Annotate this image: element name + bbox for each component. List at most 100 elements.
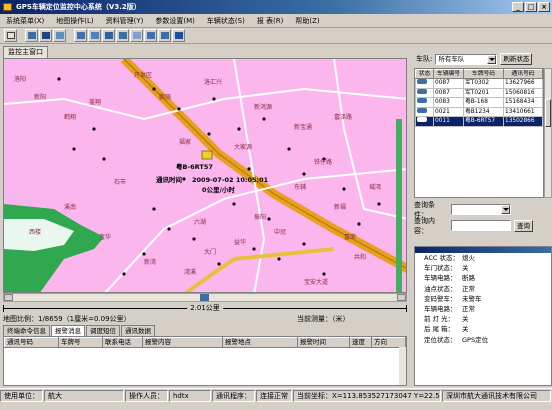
scroll-right-arrow[interactable] [397,294,406,301]
map-view[interactable]: 洛阳 新阳 开发区 洛汇兴 铁仔路 鹤翔 盖翔 鹏强 新鸿源 新宝通 富泽路 福… [3,58,407,293]
tab-alarm-messages[interactable]: 报警消息 [51,325,85,336]
table-row[interactable]: 0087 军T0201 15060816 [415,87,543,98]
settings-icon[interactable] [172,29,185,42]
menu-help[interactable]: 帮助(Z) [289,14,325,28]
map-label: 宝华 [99,233,111,241]
col-direction[interactable]: 方向 [371,337,406,348]
map-hscroll[interactable] [3,293,407,302]
menu-system[interactable]: 系统菜单(X) [0,14,50,28]
maximize-button[interactable]: □ [525,2,537,12]
menu-reports[interactable]: 报 表(R) [251,14,290,28]
locate-icon[interactable] [144,29,157,42]
table-row[interactable]: 0083 粤B-168 15168434 [415,97,543,108]
print-icon[interactable] [88,29,101,42]
scroll-thumb[interactable] [200,294,209,301]
zoom-box-icon[interactable] [116,29,129,42]
col-comm-number[interactable]: 通讯号码 [503,69,543,79]
map-label: 大家源 [234,143,252,151]
table-row-selected[interactable]: 0011 粤B-6RT57 13502866 [415,116,543,127]
map-label: 新宝通 [294,123,312,131]
comm-program-label: 通讯程序： [212,389,255,402]
chevron-down-icon[interactable] [501,205,510,214]
bottom-tabs: 终端命令信息 报警消息 调度短信 通讯数据 [3,325,156,336]
detail-key: 定位状态： [424,335,457,344]
col-phone[interactable]: 联系电话 [102,337,143,348]
alarm-table-scrollbar[interactable] [399,347,406,385]
detail-value: 熄火 [462,254,475,262]
query-content-input[interactable] [451,220,511,231]
col-plate[interactable]: 车牌号 [58,337,103,348]
chevron-down-icon[interactable] [487,54,497,64]
tab-terminal-commands[interactable]: 终端命令信息 [3,325,50,336]
car-icon[interactable] [201,150,213,160]
menu-settings[interactable]: 参数设置(M) [149,14,201,28]
detail-key: ACC 状态： [424,254,459,262]
map-label: 富荣 [344,233,356,241]
query-button[interactable]: 查询 [514,219,533,232]
measure-icon[interactable] [74,29,87,42]
refresh-icon[interactable] [130,29,143,42]
highway [120,59,406,273]
vehicle-table-scrollbar[interactable] [544,68,552,198]
detail-key: 变码警车： [424,294,457,303]
zoom-out-icon[interactable] [39,29,52,42]
map-label: 新鸿源 [254,103,272,111]
plate-number: 军T0201 [463,87,504,98]
menu-data[interactable]: 资料管理(Y) [100,14,150,28]
col-speed[interactable]: 速度 [349,337,372,348]
col-comm-number[interactable]: 通讯号码 [4,337,59,348]
map-label: 东辅 [294,183,306,191]
minimize-button[interactable]: _ [512,2,524,12]
tab-monitor-window[interactable]: 监控主窗口 [3,46,48,58]
fleet-select[interactable]: 所有车队 [435,53,498,65]
search-icon[interactable] [102,29,115,42]
col-plate-number[interactable]: 车牌号码 [463,69,504,79]
map-label: 大门 [204,248,216,256]
plate-number: 粤B-6RT57 [463,116,504,127]
tab-comm-data[interactable]: 通讯数据 [121,325,155,336]
scroll-thumb[interactable] [545,99,551,127]
callout-time-label: 通讯时间 [156,175,183,184]
pan-icon[interactable] [53,29,66,42]
callout-speed: 0公里/小时 [202,185,235,194]
select-icon[interactable] [4,29,17,42]
detail-row: 变码警车： 未警车 [415,294,551,304]
table-row[interactable]: 0087 军T0302 13627966 [415,78,543,89]
map-label: 振阳 [254,213,266,221]
scroll-left-arrow[interactable] [4,294,13,301]
detail-value: 断路 [462,274,475,283]
vehicle-table[interactable]: 状态 车辆编号 车牌号码 通讯号码 0087 军T0302 13627966 0… [414,68,544,198]
close-button[interactable]: × [538,2,550,12]
detail-key: 车辆电路： [424,305,457,314]
detail-value: 正常 [462,284,475,293]
menu-map[interactable]: 地图操作(L) [50,14,99,28]
detail-value: 关 [462,264,469,273]
zoom-in-icon[interactable] [25,29,38,42]
alarm-table[interactable]: 通讯号码 车牌号 联系电话 报警内容 报警地点 报警时间 速度 方向 [3,336,407,386]
toolbar [0,28,552,44]
tab-dispatch-sms[interactable]: 调度短信 [86,325,120,336]
car-icon [417,107,427,113]
car-icon [417,88,427,94]
col-vehicle-id[interactable]: 车辆编号 [433,69,464,79]
query-condition-select[interactable] [451,204,511,215]
col-alarm-content[interactable]: 报警内容 [142,337,223,348]
col-alarm-time[interactable]: 报警时间 [297,337,350,348]
unit-label: 使用单位： [0,389,43,402]
map-measure: 当前测量：（米） [297,315,350,323]
comm-number: 13627966 [503,78,543,89]
map-label: 石市 [114,178,126,186]
fleet-select-value: 所有车队 [438,54,465,63]
table-row[interactable]: 0021 粤B1234 13410661 [415,106,543,117]
col-status[interactable]: 状态 [415,69,434,79]
menu-vehicle-status[interactable]: 车辆状态(S) [201,14,251,28]
map-label: 鹤翔 [64,113,76,121]
refresh-status-button[interactable]: 刷新状态 [500,53,533,65]
detail-value: GPS定位 [462,335,489,344]
col-alarm-location[interactable]: 报警地点 [222,337,298,348]
scale-bar: 2.01公里 [3,302,407,314]
car-icon [417,79,427,84]
track-icon[interactable] [158,29,171,42]
map-canvas[interactable]: 洛阳 新阳 开发区 洛汇兴 铁仔路 鹤翔 盖翔 鹏强 新鸿源 新宝通 富泽路 福… [4,59,407,293]
map-label: 盖翔 [89,98,101,106]
